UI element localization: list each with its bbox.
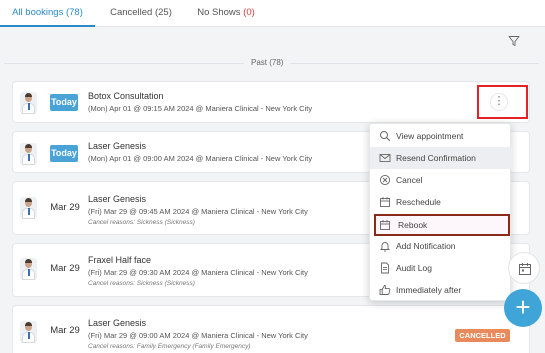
avatar (20, 92, 37, 114)
menu-item-label: Resend Confirmation (396, 153, 476, 163)
add-booking-button[interactable]: + (504, 289, 542, 327)
status-badge-cancelled: CANCELLED (455, 329, 510, 342)
calendar-fab-button[interactable] (508, 252, 540, 284)
menu-item-add-notification[interactable]: Add Notification (370, 235, 512, 257)
date-badge: Today (50, 145, 78, 162)
menu-item-immediately-after[interactable]: Immediately after (370, 279, 512, 301)
menu-item-audit-log[interactable]: Audit Log (370, 257, 512, 279)
booking-details: (Fri) Mar 29 @ 09:45 AM 2024 @ Maniera C… (88, 207, 308, 216)
past-section-divider: Past (78) (4, 56, 539, 70)
menu-item-label: Immediately after (396, 285, 462, 295)
tab-cancelled[interactable]: Cancelled (25) (101, 0, 181, 27)
calendar-icon (519, 263, 531, 275)
tab-no-shows[interactable]: No Shows (0) (192, 0, 260, 27)
cancel-reason: Cancel reasons: Sickness (Sickness) (88, 219, 195, 226)
menu-item-label: Audit Log (396, 263, 432, 273)
booking-card[interactable]: Mar 29 Laser Genesis (Fri) Mar 29 @ 09:0… (12, 305, 530, 353)
menu-item-label: Rebook (398, 220, 428, 230)
booking-context-menu: View appointment Resend Confirmation Can… (369, 123, 512, 301)
bell-icon (379, 242, 391, 252)
menu-item-reschedule[interactable]: Reschedule (370, 191, 512, 213)
booking-card[interactable]: Today Botox Consultation (Mon) Apr 01 @ … (12, 81, 530, 123)
date-label: Mar 29 (50, 202, 80, 213)
booking-title: Laser Genesis (88, 318, 147, 328)
booking-details: (Fri) Mar 29 @ 09:30 AM 2024 @ Maniera C… (88, 268, 308, 277)
cancel-reason: Cancel reasons: Family Emergency (Family… (88, 343, 251, 350)
booking-details: (Mon) Apr 01 @ 09:00 AM 2024 @ Maniera C… (88, 154, 313, 163)
booking-title: Laser Genesis (88, 194, 147, 204)
menu-item-cancel[interactable]: Cancel (370, 169, 512, 191)
booking-title: Laser Genesis (88, 141, 147, 151)
search-icon (380, 131, 391, 142)
menu-item-label: View appointment (396, 131, 464, 141)
date-label: Mar 29 (50, 325, 80, 336)
calendar-icon (380, 197, 390, 207)
date-badge: Today (50, 94, 78, 111)
thumbs-up-icon (379, 285, 391, 295)
envelope-icon (379, 154, 391, 162)
cancel-circle-icon (379, 174, 391, 186)
avatar (20, 143, 37, 165)
date-label: Mar 29 (50, 263, 80, 274)
booking-details: (Mon) Apr 01 @ 09:15 AM 2024 @ Maniera C… (88, 104, 313, 113)
avatar (20, 258, 37, 280)
filter-icon[interactable] (508, 35, 520, 47)
menu-item-view-appointment[interactable]: View appointment (370, 125, 512, 147)
avatar (20, 321, 37, 343)
menu-item-label: Add Notification (396, 241, 456, 251)
cancel-reason: Cancel reasons: Sickness (Sickness) (88, 280, 195, 287)
booking-title: Botox Consultation (88, 91, 164, 101)
menu-item-label: Reschedule (396, 197, 441, 207)
tab-no-shows-label: No Shows (197, 7, 241, 18)
booking-details: (Fri) Mar 29 @ 09:00 AM 2024 @ Maniera C… (88, 331, 308, 340)
booking-tabs: All bookings (78) Cancelled (25) No Show… (0, 0, 545, 27)
menu-item-resend-confirmation[interactable]: Resend Confirmation (370, 147, 512, 169)
tab-all-bookings[interactable]: All bookings (78) (0, 0, 95, 27)
menu-item-rebook[interactable]: Rebook (374, 214, 510, 236)
past-section-label: Past (78) (244, 56, 291, 70)
document-icon (381, 262, 389, 274)
calendar-icon (380, 220, 390, 230)
more-options-button[interactable]: ⋮ (490, 93, 508, 111)
avatar (20, 197, 37, 219)
tab-no-shows-count: (0) (243, 7, 255, 18)
booking-title: Fraxel Half face (88, 255, 152, 265)
menu-item-label: Cancel (396, 175, 423, 185)
